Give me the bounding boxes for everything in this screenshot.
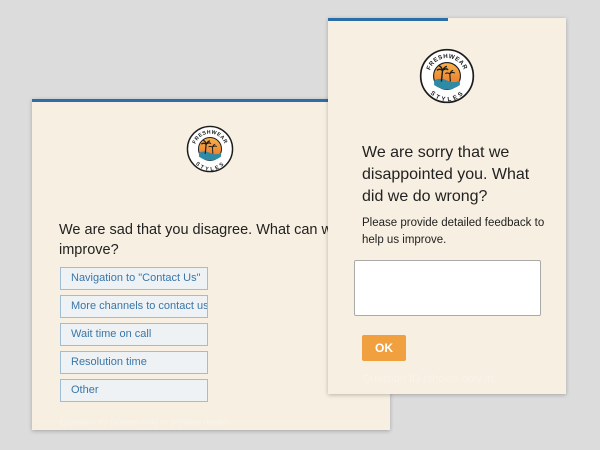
option-other[interactable]: Other — [60, 379, 208, 402]
question-id-footnote: Question ID (shown only in — [362, 373, 494, 385]
question-text: We are sorry that we disappointed you. W… — [362, 144, 530, 205]
option-more-channels[interactable]: More channels to contact us — [60, 295, 208, 318]
question-subtitle: Please provide detailed feedback to help… — [362, 217, 545, 246]
freshwear-logo: FRESHWEAR STYLES — [419, 48, 475, 103]
freshwear-logo: FRESHWEAR STYLES — [186, 125, 234, 173]
feedback-textarea[interactable] — [354, 260, 541, 316]
option-resolution-time[interactable]: Resolution time — [60, 351, 208, 374]
ok-button[interactable]: OK — [362, 335, 406, 361]
progress-bar — [328, 18, 448, 21]
feedback-card-disappointed: FRESHWEAR STYLES We are sorry that we di… — [328, 18, 566, 394]
answer-options: Navigation to "Contact Us" More channels… — [60, 267, 210, 407]
option-navigation-contact-us[interactable]: Navigation to "Contact Us" — [60, 267, 208, 290]
question-id-footnote: Question ID (shown only in preview mode) — [60, 417, 230, 427]
question-text: We are sad that you disagree. What can w… — [59, 222, 341, 258]
option-wait-time[interactable]: Wait time on call — [60, 323, 208, 346]
